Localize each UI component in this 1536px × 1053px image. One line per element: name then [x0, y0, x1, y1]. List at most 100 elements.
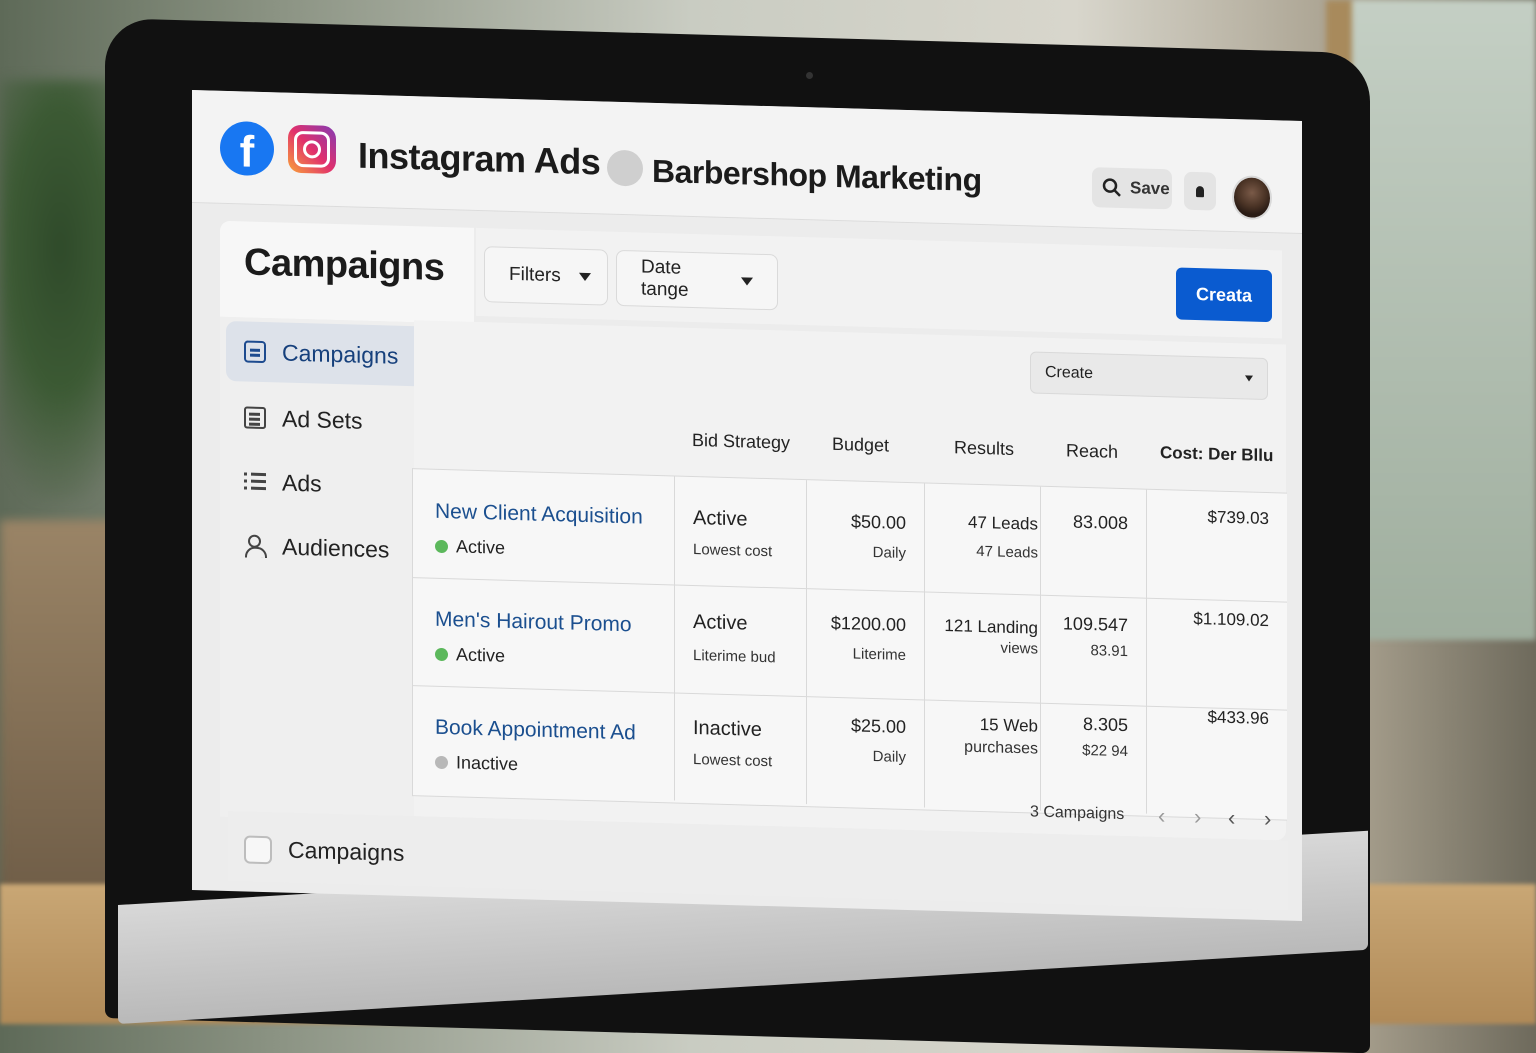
search-icon — [1102, 178, 1121, 197]
budget-sub: Daily — [872, 544, 906, 562]
budget-cell: $25.00 Daily — [807, 696, 925, 808]
sidebar-item-label: Audiences — [282, 533, 390, 563]
sidebar-item-label: Campaigns — [282, 339, 399, 369]
bid-strategy-sub: Lowest cost — [693, 750, 773, 771]
date-range-dropdown[interactable]: Date tange — [616, 249, 778, 311]
reach-value: 83.008 — [1072, 511, 1128, 534]
bell-icon — [1196, 186, 1204, 198]
budget-sub: Literime — [852, 645, 906, 664]
results-value: 121 Landing — [944, 616, 1038, 638]
campaign-cell: New Client Acquisition Active — [413, 469, 675, 585]
bottom-campaigns-label: Campaigns — [288, 836, 405, 866]
status-badge: Inactive — [435, 752, 518, 775]
cost-value: $433.96 — [1207, 707, 1269, 729]
pager-prev-icon[interactable]: › — [1194, 804, 1201, 830]
reach-cell: 8.305 $22 94 — [1041, 702, 1147, 814]
status-label: Active — [456, 536, 506, 558]
status-badge: Active — [435, 644, 505, 667]
table-row[interactable]: Book Appointment Ad Inactive Inactive Lo… — [413, 685, 1287, 817]
create-select-value: Create — [1045, 363, 1094, 383]
create-button[interactable]: Creata — [1176, 267, 1272, 323]
webcam — [806, 72, 813, 79]
results-sub: purchases — [964, 738, 1038, 758]
cost-value: $739.03 — [1207, 507, 1269, 529]
status-dot-icon — [435, 539, 448, 554]
cost-value: $1.109.02 — [1193, 608, 1269, 631]
budget-cell: $50.00 Daily — [807, 480, 925, 592]
campaign-name-link[interactable]: New Client Acquisition — [435, 500, 643, 530]
cost-cell: $739.03 — [1147, 490, 1287, 602]
reach-sub: $22 94 — [1082, 741, 1128, 761]
account-avatar-icon[interactable] — [607, 149, 643, 187]
results-cell: 47 Leads 47 Leads — [925, 483, 1041, 595]
campaigns-table: New Client Acquisition Active Active Low… — [412, 468, 1287, 821]
bid-strategy-cell: Inactive Lowest cost — [675, 692, 807, 805]
status-label: Active — [456, 644, 506, 666]
campaign-name-link[interactable]: Men's Hairout Promo — [435, 608, 632, 637]
status-dot-icon — [435, 647, 448, 662]
create-select[interactable]: Create — [1030, 351, 1268, 401]
column-header-cost[interactable]: Cost: Der Bllu — [1160, 443, 1273, 466]
ads-icon — [244, 470, 266, 493]
budget-value: $1200.00 — [830, 612, 906, 635]
campaign-cell: Book Appointment Ad Inactive — [413, 685, 675, 801]
campaign-cell: Men's Hairout Promo Active — [413, 577, 675, 693]
results-value: 47 Leads — [968, 512, 1038, 534]
reach-value: 109.547 — [1062, 613, 1128, 636]
chevron-down-icon — [578, 272, 591, 282]
reach-value: 8.305 — [1082, 713, 1128, 736]
reach-sub: 83.91 — [1090, 642, 1128, 661]
bid-strategy-cell: Active Literime bud — [675, 584, 807, 697]
results-value: 15 Web — [979, 715, 1038, 736]
cost-cell: $433.96 — [1147, 706, 1287, 818]
filters-dropdown[interactable]: Filters — [484, 246, 608, 306]
bid-strategy-value: Active — [693, 506, 748, 531]
bid-strategy-sub: Lowest cost — [693, 540, 773, 561]
cost-cell: $1.109.02 — [1147, 598, 1287, 710]
bid-strategy-value: Inactive — [693, 716, 762, 741]
select-all-checkbox[interactable] — [244, 835, 272, 865]
audiences-icon — [244, 534, 266, 557]
sidebar-item-label: Ads — [282, 469, 322, 497]
column-header-results[interactable]: Results — [954, 437, 1014, 460]
results-sub: views — [1000, 639, 1038, 658]
bid-strategy-cell: Active Lowest cost — [675, 476, 807, 589]
chevron-down-icon — [1245, 375, 1253, 382]
ad-sets-icon — [244, 406, 266, 430]
filters-label: Filters — [509, 263, 561, 287]
chevron-down-icon — [741, 277, 753, 286]
sidebar-item-label: Ad Sets — [282, 405, 363, 434]
pager-next-icon[interactable]: ‹ — [1228, 805, 1235, 831]
user-avatar[interactable] — [1232, 175, 1272, 221]
budget-cell: $1200.00 Literime — [807, 588, 925, 700]
reach-cell: 83.008 — [1041, 486, 1147, 598]
column-header-reach[interactable]: Reach — [1066, 440, 1118, 462]
column-header-bid-strategy[interactable]: Bid Strategy — [692, 430, 790, 454]
status-badge: Active — [435, 536, 505, 559]
search-button[interactable]: Save — [1092, 167, 1172, 210]
campaigns-icon — [244, 340, 266, 364]
notifications-button[interactable] — [1184, 171, 1216, 211]
reach-cell: 109.547 83.91 — [1041, 594, 1147, 706]
pager-last-icon[interactable]: › — [1264, 806, 1271, 832]
bid-strategy-value: Active — [693, 610, 748, 635]
results-cell: 15 Web purchases — [925, 699, 1041, 811]
results-cell: 121 Landing views — [925, 591, 1041, 703]
pager-first-icon[interactable]: ‹ — [1158, 803, 1165, 829]
results-sub: 47 Leads — [976, 542, 1038, 562]
page-title: Campaigns — [244, 241, 445, 290]
screen: f Instagram Ads Barbershop Marketing Sav… — [192, 90, 1302, 922]
bid-strategy-sub: Literime bud — [693, 646, 776, 667]
status-label: Inactive — [456, 752, 519, 775]
column-header-budget[interactable]: Budget — [832, 434, 889, 457]
campaign-name-link[interactable]: Book Appointment Ad — [435, 716, 636, 746]
status-dot-icon — [435, 755, 448, 770]
facebook-icon[interactable]: f — [220, 120, 274, 177]
instagram-icon[interactable] — [288, 124, 336, 175]
budget-value: $25.00 — [850, 715, 906, 737]
app-title: Instagram Ads — [358, 134, 601, 183]
budget-sub: Daily — [872, 748, 906, 766]
budget-value: $50.00 — [850, 511, 906, 533]
search-button-label: Save — [1130, 178, 1170, 199]
date-range-label: Date tange — [641, 256, 689, 301]
